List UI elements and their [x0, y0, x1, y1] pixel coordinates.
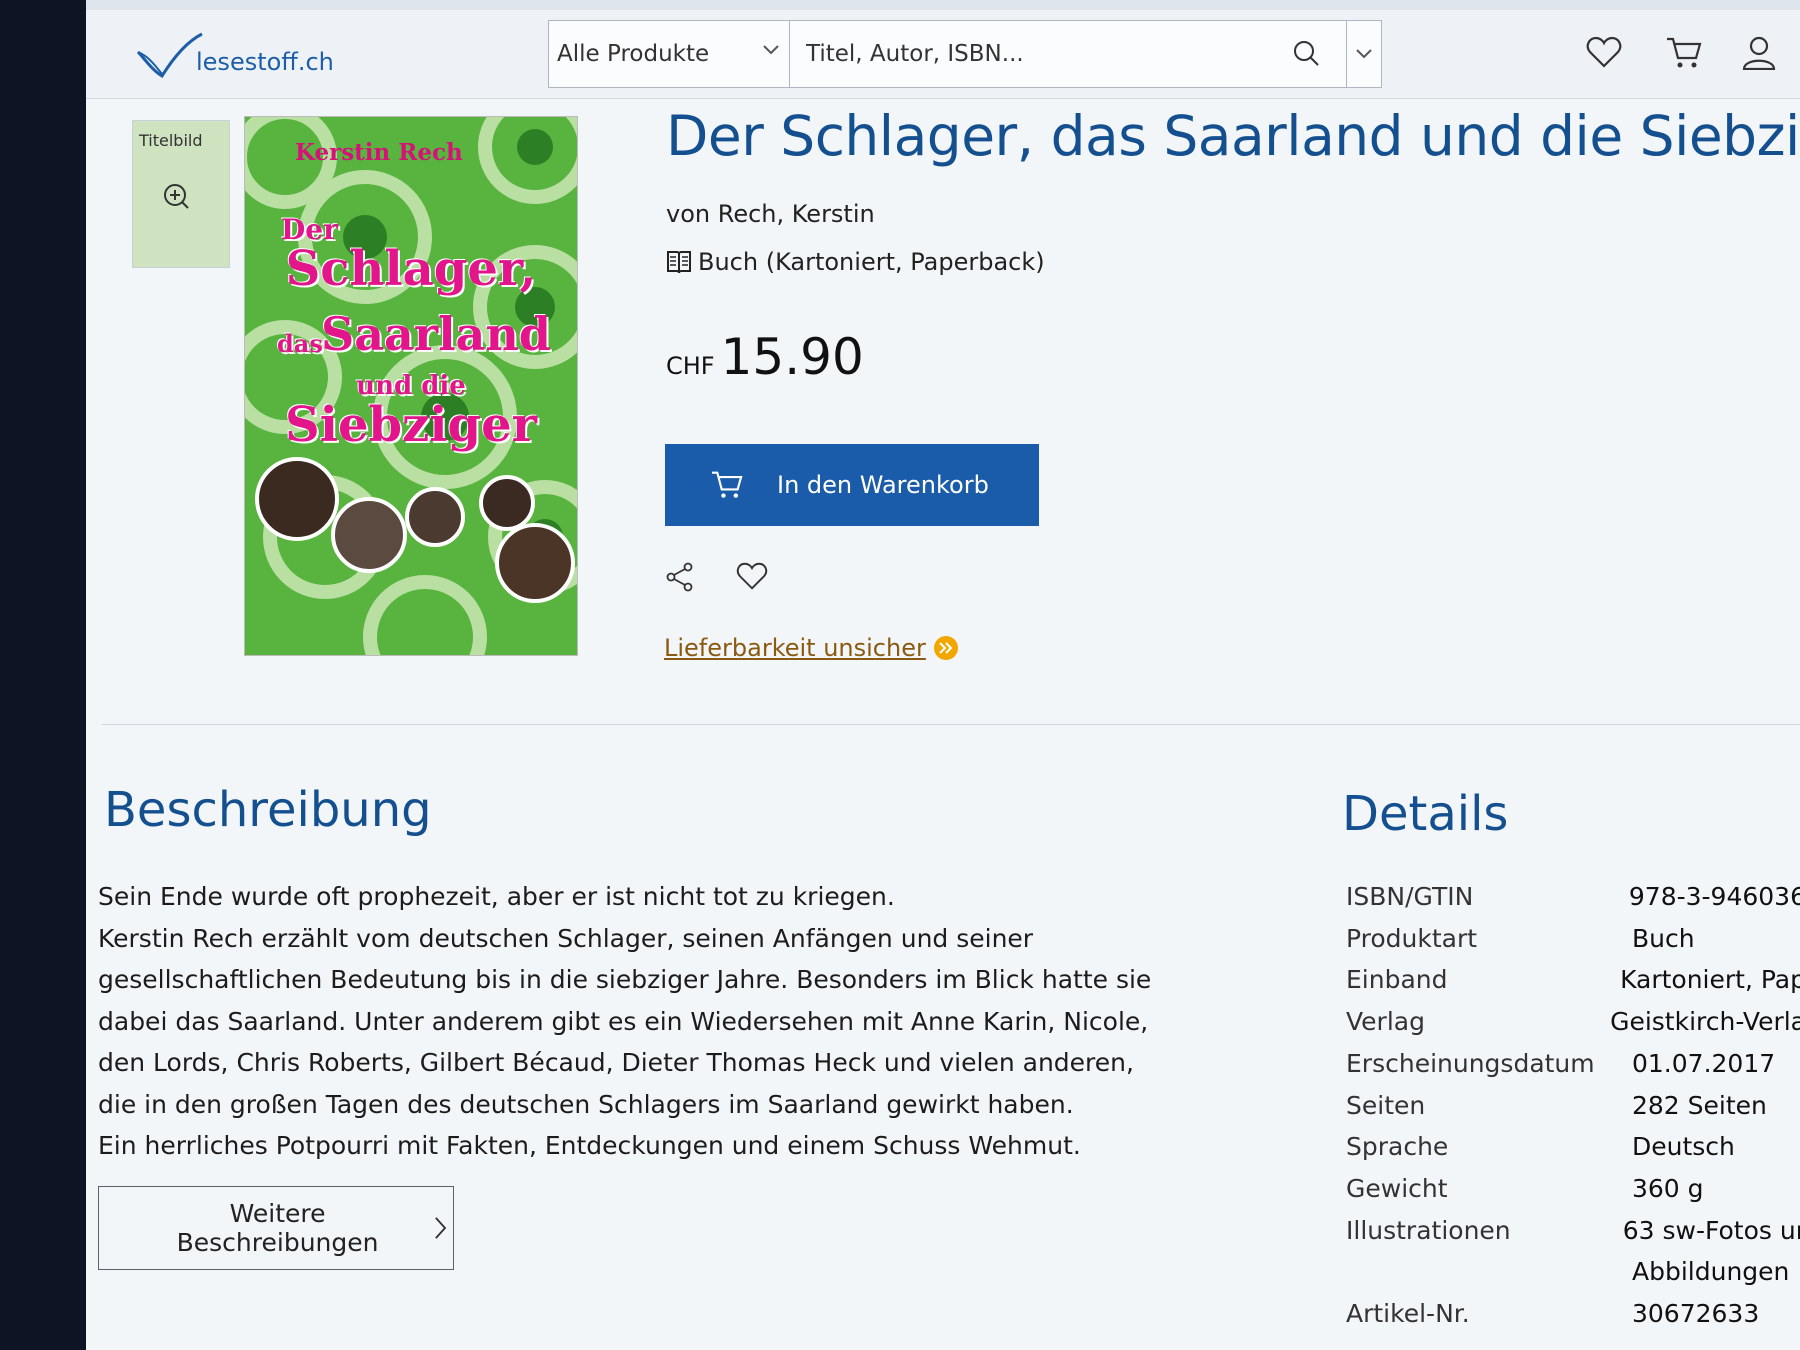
cart-icon[interactable]	[1666, 36, 1702, 70]
logo-check-icon	[136, 32, 203, 79]
description-paragraph: Ein herrliches Potpourri mit Fakten, Ent…	[98, 1131, 1081, 1160]
chevron-down-icon	[763, 45, 779, 55]
add-to-cart-label: In den Warenkorb	[777, 471, 989, 499]
details-key: Artikel-Nr.	[1346, 1299, 1470, 1329]
details-row: Illustrationen 63 sw-Fotos ur	[1346, 1210, 1800, 1252]
details-key: Sprache	[1346, 1132, 1449, 1162]
details-row: Seiten 282 Seiten	[1346, 1085, 1800, 1127]
more-descriptions-button[interactable]: Weitere Beschreibungen	[98, 1186, 454, 1270]
details-key: Verlag	[1346, 1007, 1425, 1037]
cover-title-line: das	[277, 329, 323, 358]
details-row: Produktart Buch	[1346, 918, 1800, 960]
details-row: Einband Kartoniert, Pap	[1346, 959, 1800, 1001]
details-key: Produktart	[1346, 923, 1478, 953]
details-value: Buch	[1632, 923, 1695, 953]
search-category-value: Alle Produkte	[557, 41, 710, 67]
details-key: Gewicht	[1346, 1173, 1448, 1203]
details-value: 30672633	[1632, 1299, 1760, 1329]
heart-icon[interactable]	[1586, 36, 1622, 68]
search-category-select[interactable]: Alle Produkte	[549, 21, 790, 87]
cover-author: Kerstin Rech	[295, 139, 463, 166]
heart-icon[interactable]	[736, 562, 768, 590]
details-row: Erscheinungsdatum 01.07.2017	[1346, 1043, 1800, 1085]
search-options-button[interactable]	[1346, 21, 1381, 87]
status-strip	[86, 0, 1800, 10]
chevron-down-icon	[1356, 49, 1372, 59]
share-icon[interactable]	[666, 562, 694, 592]
add-to-cart-button[interactable]: In den Warenkorb	[665, 444, 1039, 526]
details-table: ISBN/GTIN 978-3-946036 Produktart Buch Ein…	[1346, 876, 1800, 1335]
details-key: ISBN/GTIN	[1346, 882, 1474, 911]
book-cover-image[interactable]: Kerstin Rech Der Schlager, Saarland das …	[244, 116, 578, 656]
details-value: 282 Seiten	[1632, 1090, 1767, 1120]
details-value: 978-3-946036	[1628, 882, 1800, 911]
product-price: CHF 15.90	[666, 328, 864, 386]
details-key: Einband	[1346, 965, 1448, 995]
details-key	[1346, 1251, 1632, 1293]
logo-text: lesestoff.ch	[196, 48, 334, 76]
description-text: Sein Ende wurde oft prophezeit, aber er …	[98, 876, 1158, 1167]
thumbnail-label: Titelbild	[139, 131, 203, 150]
description-paragraph: Kerstin Rech erzählt vom deutschen Schla…	[98, 923, 1152, 1119]
price-amount: 15.90	[720, 328, 864, 386]
site-header: lesestoff.ch Alle Produkte	[86, 10, 1800, 99]
search-bar: Alle Produkte	[548, 20, 1382, 88]
more-descriptions-label: Weitere Beschreibungen	[176, 1199, 379, 1257]
browser-viewport: lesestoff.ch Alle Produkte Titelbild	[86, 0, 1800, 1350]
details-value: 360 g	[1632, 1173, 1704, 1203]
cover-title-line: Siebziger	[285, 397, 537, 453]
description-paragraph: Sein Ende wurde oft prophezeit, aber er …	[98, 882, 895, 911]
details-key: Seiten	[1346, 1090, 1426, 1120]
product-title: Der Schlager, das Saarland und die Siebz…	[666, 104, 1800, 168]
site-logo[interactable]: lesestoff.ch	[134, 30, 334, 80]
chevron-right-circle-icon	[933, 636, 958, 660]
section-divider	[102, 724, 1800, 725]
book-icon	[667, 251, 691, 274]
availability-link[interactable]: Lieferbarkeit unsicher	[664, 634, 958, 662]
details-value: Abbildungen	[1632, 1257, 1790, 1287]
details-row: Sprache Deutsch	[1346, 1126, 1800, 1168]
details-row: Artikel-Nr. 30672633	[1346, 1293, 1800, 1335]
details-value: Deutsch	[1632, 1132, 1735, 1162]
description-heading: Beschreibung	[104, 782, 432, 838]
details-value[interactable]: Geistkirch-Verla	[1610, 1001, 1800, 1043]
product-author[interactable]: von Rech, Kerstin	[666, 200, 875, 228]
details-value: Kartoniert, Pap	[1620, 965, 1800, 995]
search-input[interactable]	[804, 40, 1268, 68]
details-key: Illustrationen	[1346, 1215, 1511, 1245]
details-heading: Details	[1342, 786, 1509, 842]
chevron-right-icon	[435, 1217, 447, 1239]
availability-label: Lieferbarkeit unsicher	[664, 634, 926, 662]
details-value: 63 sw-Fotos ur	[1622, 1215, 1800, 1245]
cart-icon	[712, 471, 743, 498]
zoom-in-icon[interactable]	[163, 183, 189, 209]
details-row: Verlag Geistkirch-Verla	[1346, 1001, 1800, 1043]
user-icon[interactable]	[1742, 36, 1776, 70]
details-row: Gewicht 360 g	[1346, 1168, 1800, 1210]
details-row: Abbildungen	[1346, 1251, 1800, 1293]
details-value: 01.07.2017	[1632, 1048, 1776, 1078]
details-key: Erscheinungsdatum	[1346, 1048, 1595, 1078]
cover-title-line: Schlager,	[285, 241, 537, 297]
product-format: Buch (Kartoniert, Paperback)	[666, 248, 1045, 276]
search-field	[790, 21, 1346, 87]
cover-thumbnail[interactable]: Titelbild	[132, 120, 230, 268]
search-icon[interactable]	[1292, 39, 1320, 67]
price-currency: CHF	[666, 352, 715, 380]
details-row: ISBN/GTIN 978-3-946036	[1346, 876, 1800, 918]
product-format-label: Buch (Kartoniert, Paperback)	[698, 248, 1045, 276]
